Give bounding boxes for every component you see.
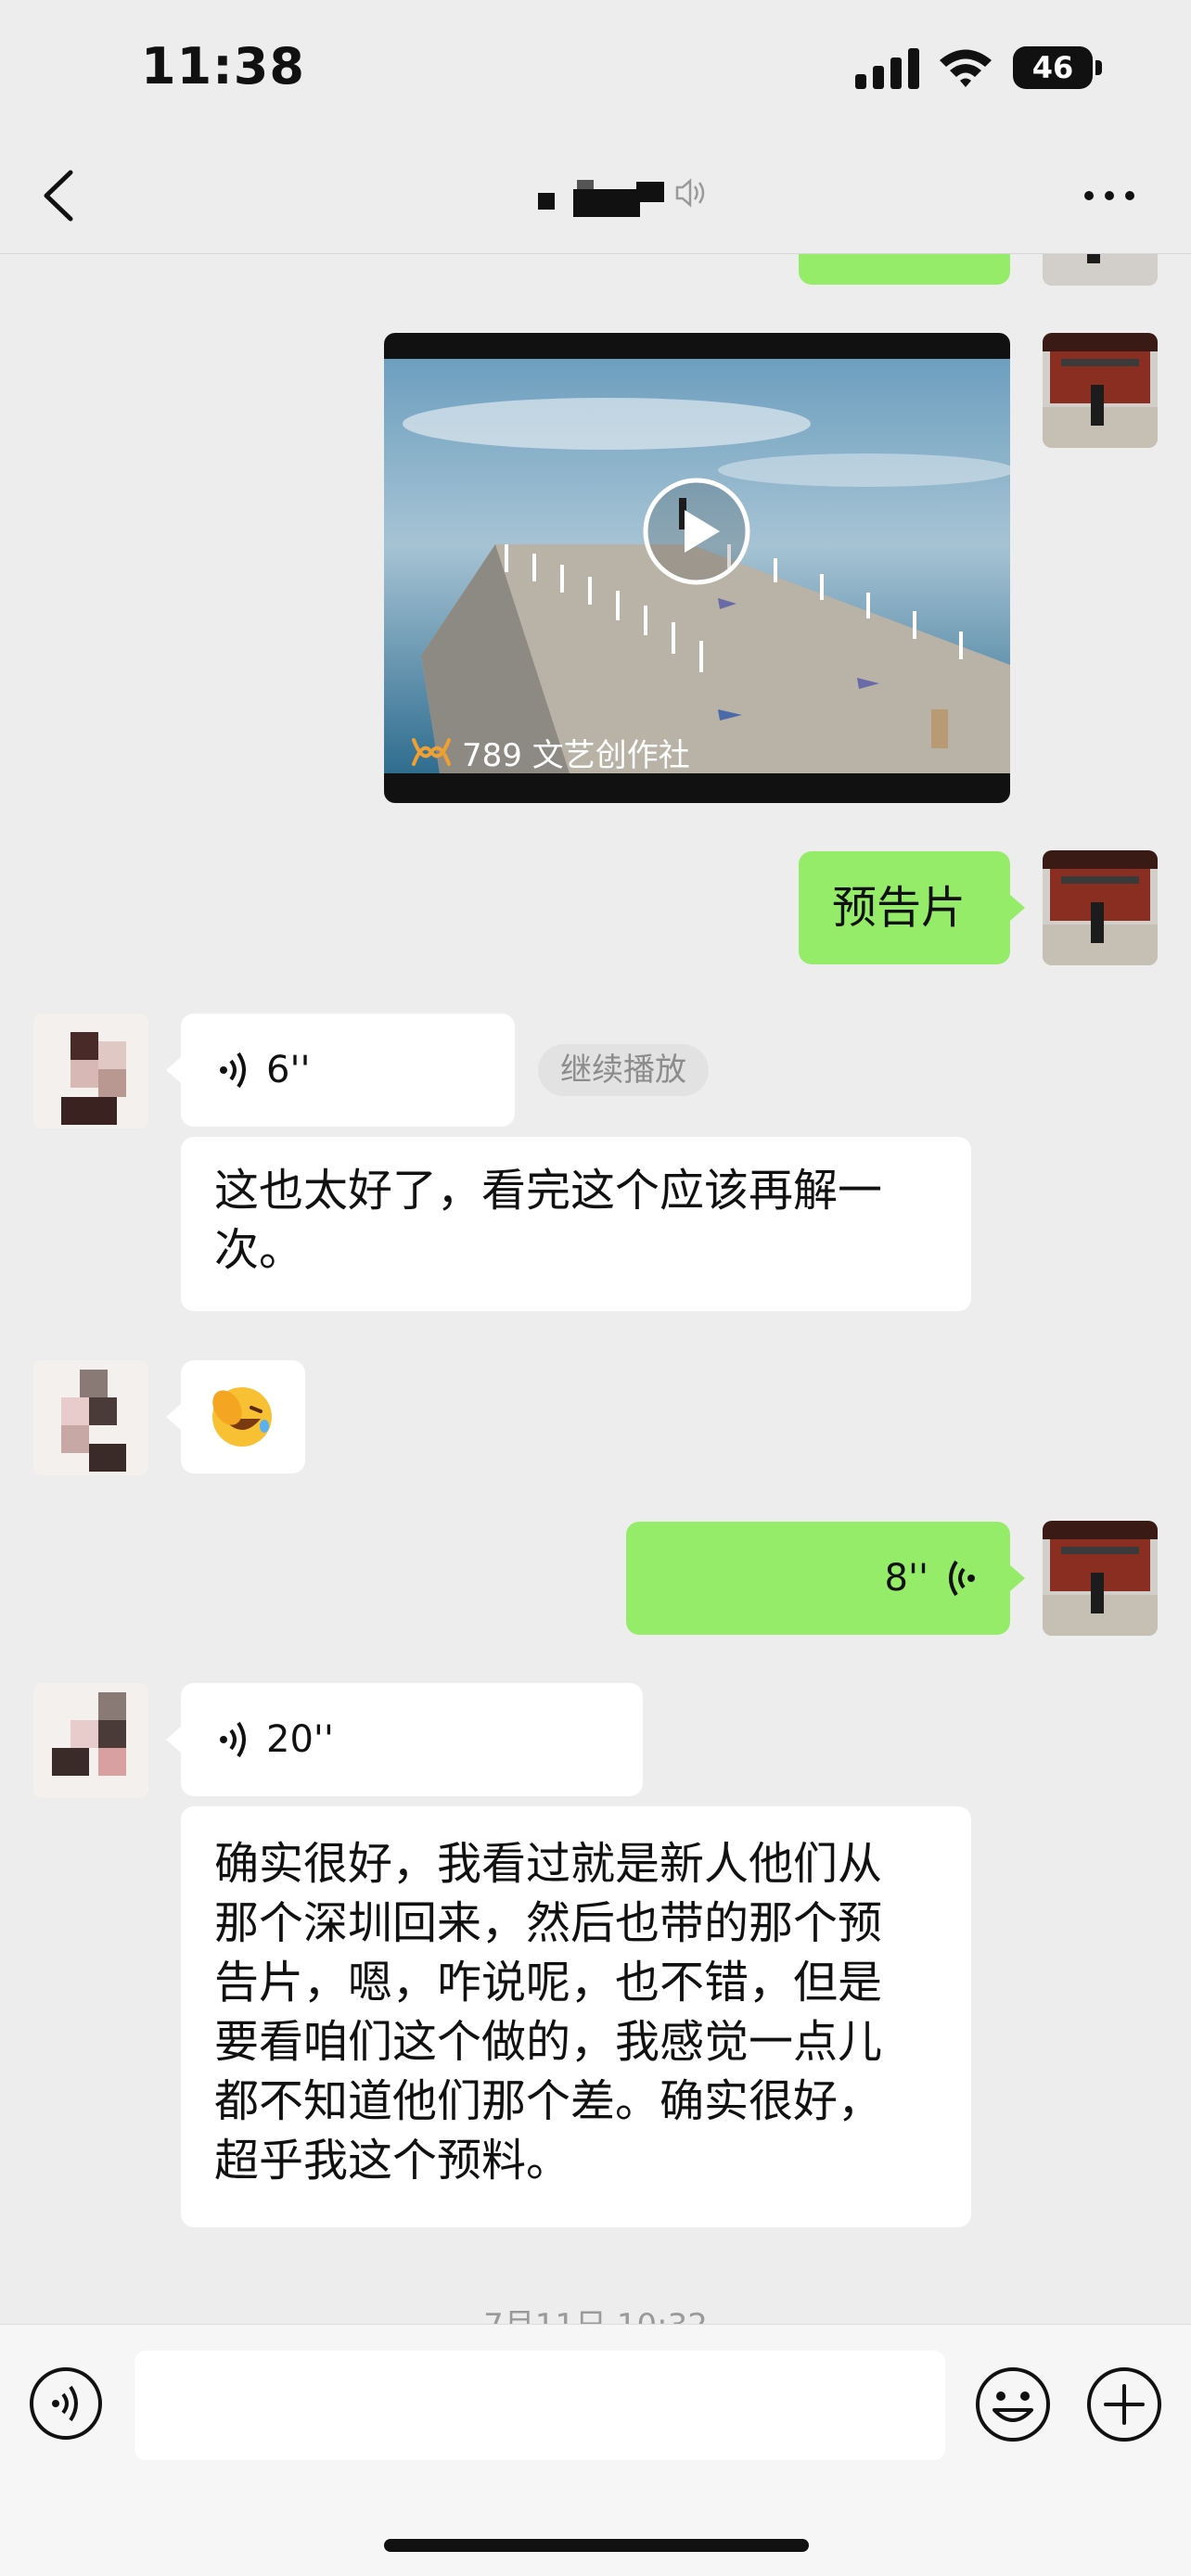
signal-icon — [855, 48, 919, 89]
message-bubble-mine[interactable] — [799, 254, 1010, 285]
wifi-icon — [940, 49, 992, 87]
more-icon[interactable] — [1082, 182, 1137, 210]
avatar-mine[interactable] — [1043, 254, 1158, 286]
message-line: 要看咱们这个做的，我感觉一点儿 — [214, 2016, 883, 2068]
resume-playback-chip[interactable]: 继续播放 — [538, 1044, 709, 1096]
timestamp: 7月11日 10:32 — [0, 2300, 1191, 2324]
play-icon[interactable] — [642, 477, 751, 586]
message-line: 告片，嗯，咋说呢，也不错，但是 — [214, 1957, 883, 2009]
message-line: 次。 — [214, 1224, 304, 1276]
chat-area[interactable]: 789 文艺创作社 预告片 6'' 继续播放 这也太好了，看完这个应该再解一 次… — [0, 254, 1191, 2324]
message-input[interactable] — [134, 2351, 945, 2460]
message-text: 预告片 — [832, 882, 967, 934]
voice-duration: 20'' — [266, 1718, 334, 1761]
facepalm-emoji-icon — [212, 1387, 272, 1447]
message-line: 超乎我这个预料。 — [214, 2135, 571, 2187]
chat-title-redacted — [536, 176, 666, 217]
home-indicator — [384, 2539, 809, 2552]
voice-wave-icon — [220, 1052, 246, 1089]
voice-duration: 8'' — [884, 1557, 928, 1600]
message-bubble-other[interactable]: 确实很好，我看过就是新人他们从 那个深圳回来，然后也带的那个预 告片，嗯，咋说呢… — [181, 1806, 971, 2227]
voice-wave-icon — [220, 1721, 246, 1758]
voice-message-other[interactable]: 20'' — [181, 1683, 643, 1796]
avatar-other[interactable] — [33, 1360, 148, 1475]
chevron-left-icon[interactable] — [33, 165, 89, 226]
voice-status-icon — [675, 178, 705, 208]
message-bubble-other[interactable]: 这也太好了，看完这个应该再解一 次。 — [181, 1137, 971, 1311]
nav-bar — [0, 139, 1191, 254]
avatar-other[interactable] — [33, 1683, 148, 1798]
emoji-icon[interactable] — [974, 2366, 1052, 2443]
avatar-mine[interactable] — [1043, 850, 1158, 965]
message-line: 那个深圳回来，然后也带的那个预 — [214, 1897, 883, 1949]
channel-logo-icon — [412, 738, 451, 766]
status-time: 11:38 — [141, 37, 305, 96]
voice-message-mine[interactable]: 8'' — [626, 1522, 1010, 1635]
message-bubble-mine[interactable]: 预告片 — [799, 851, 1010, 964]
avatar-mine[interactable] — [1043, 333, 1158, 448]
message-line: 这也太好了，看完这个应该再解一 — [214, 1165, 883, 1217]
emoji-message-other[interactable] — [181, 1360, 305, 1473]
message-line: 都不知道他们那个差。确实很好， — [214, 2075, 883, 2127]
battery-icon: 46 — [1013, 46, 1102, 89]
avatar-mine[interactable] — [1043, 1521, 1158, 1636]
voice-duration: 6'' — [266, 1049, 311, 1091]
video-caption: 789 文艺创作社 — [410, 730, 690, 774]
video-caption-text: 789 文艺创作社 — [462, 736, 690, 774]
voice-message-other[interactable]: 6'' — [181, 1014, 515, 1127]
status-bar: 11:38 46 — [0, 0, 1191, 139]
avatar-other[interactable] — [33, 1014, 148, 1129]
plus-icon[interactable] — [1085, 2366, 1163, 2443]
battery-level: 46 — [1031, 50, 1074, 85]
video-message[interactable]: 789 文艺创作社 — [384, 333, 1010, 803]
voice-wave-icon — [949, 1560, 975, 1597]
message-line: 确实很好，我看过就是新人他们从 — [214, 1838, 883, 1890]
voice-input-icon[interactable] — [28, 2366, 104, 2442]
